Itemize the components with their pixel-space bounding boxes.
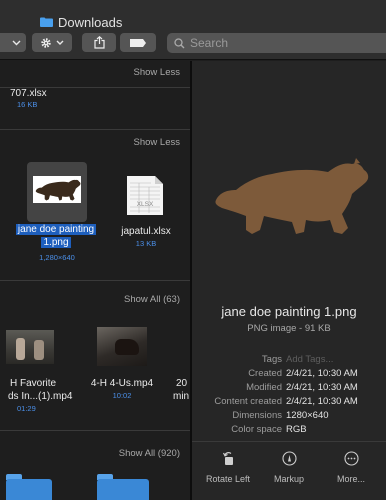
show-all-button[interactable]: Show All (63): [124, 294, 180, 305]
file-name-video-3[interactable]: 20: [176, 378, 187, 390]
section-header: Show Less: [0, 61, 190, 87]
search-field[interactable]: [167, 33, 386, 53]
info-value: RGB: [286, 424, 307, 435]
file-name-video-2[interactable]: 4-H 4-Us.mp4: [85, 378, 159, 390]
spreadsheet-file-icon[interactable]: XLSX: [125, 175, 165, 216]
action-label: Rotate Left: [205, 474, 251, 484]
share-icon: [93, 36, 105, 49]
info-row-tags: Tags Add Tags...: [192, 354, 386, 366]
markup-button[interactable]: Markup: [257, 451, 321, 491]
file-name-707-xlsx[interactable]: 707.xlsx: [10, 88, 47, 100]
file-browser-pane[interactable]: Show Less 707.xlsx 16 KB Show Less jane …: [0, 61, 190, 500]
search-input[interactable]: [190, 36, 370, 50]
video-duration: 01:29: [17, 404, 36, 413]
file-dimensions: 1,280×640: [39, 253, 75, 262]
rotate-left-button[interactable]: Rotate Left: [196, 451, 260, 491]
show-all-button[interactable]: Show All (920): [119, 448, 180, 459]
file-name-video-3-line2[interactable]: min: [173, 391, 189, 403]
info-label: Color space: [231, 424, 282, 435]
action-menu-button[interactable]: [32, 33, 72, 52]
action-label: Markup: [273, 474, 304, 484]
info-label: Tags: [261, 354, 282, 365]
action-label: More...: [336, 474, 365, 484]
folder-icon[interactable]: [97, 479, 149, 500]
show-less-button[interactable]: Show Less: [134, 137, 180, 148]
window-title-text: Downloads: [58, 14, 123, 30]
folder-icon[interactable]: [6, 479, 52, 500]
info-row-dimensions: Dimensions 1280×640: [192, 410, 386, 422]
edit-tags-button[interactable]: [120, 33, 156, 52]
actions-divider: [192, 441, 386, 442]
file-name-japatul-xlsx[interactable]: japatul.xlsx: [112, 226, 180, 238]
search-icon: [174, 37, 185, 48]
info-label: Modified: [246, 382, 282, 393]
more-button[interactable]: More...: [319, 451, 383, 491]
markup-icon: [281, 451, 297, 466]
image-thumbnail: [33, 176, 81, 203]
info-value: 1280×640: [286, 410, 329, 421]
file-size: 13 KB: [135, 239, 157, 248]
file-name-video-1[interactable]: H Favorite: [10, 378, 56, 390]
rotate-left-icon: [222, 452, 233, 465]
show-less-button[interactable]: Show Less: [134, 67, 180, 78]
file-name-selected[interactable]: jane doe painting 1.png: [12, 223, 100, 255]
svg-text:XLSX: XLSX: [137, 201, 154, 208]
section-header: Show All (920): [0, 442, 190, 468]
info-row-modified: Modified 2/4/21, 10:30 AM: [192, 382, 386, 394]
preview-file-name: jane doe painting 1.png: [221, 304, 357, 319]
window-toolbar: Downloads: [0, 0, 386, 60]
info-label: Created: [248, 368, 282, 379]
video-thumbnail[interactable]: [97, 327, 147, 366]
info-value: 2/4/21, 10:30 AM: [286, 368, 358, 379]
info-value: 2/4/21, 10:30 AM: [286, 396, 358, 407]
video-duration: 10:02: [112, 391, 132, 400]
gear-icon: [41, 37, 51, 48]
file-size: 16 KB: [17, 100, 38, 109]
section-divider: [0, 430, 190, 431]
video-thumbnail[interactable]: [6, 330, 54, 364]
more-icon: [343, 451, 359, 466]
file-thumbnail-selected[interactable]: [27, 162, 87, 222]
bear-image-icon: [35, 179, 81, 201]
section-header: Show All (63): [0, 288, 190, 314]
chevron-down-icon: [56, 40, 64, 45]
view-options-button[interactable]: [0, 33, 26, 52]
info-row-content-created: Content created 2/4/21, 10:30 AM: [192, 396, 386, 408]
info-row-created: Created 2/4/21, 10:30 AM: [192, 368, 386, 380]
section-divider: [0, 280, 190, 281]
info-label: Dimensions: [232, 410, 282, 421]
preview-file-kind: PNG image - 91 KB: [247, 323, 331, 334]
file-name-video-1-line2[interactable]: ds In...(1).mp4: [8, 391, 72, 403]
info-value: 2/4/21, 10:30 AM: [286, 382, 358, 393]
preview-pane: jane doe painting 1.png PNG image - 91 K…: [192, 61, 386, 500]
file-name-line2: 1.png: [41, 237, 71, 248]
chevron-down-icon: [12, 40, 20, 45]
folder-icon: [40, 17, 53, 27]
tag-icon: [130, 38, 146, 47]
section-header: Show Less: [0, 131, 190, 157]
bear-image-preview: [215, 158, 369, 234]
info-row-color-space: Color space RGB: [192, 424, 386, 436]
info-label: Content created: [214, 396, 282, 407]
section-divider: [0, 129, 190, 130]
file-name-line1: jane doe painting: [15, 224, 97, 235]
window-title: Downloads: [40, 13, 122, 31]
share-button[interactable]: [82, 33, 116, 52]
add-tags-field[interactable]: Add Tags...: [286, 354, 333, 366]
